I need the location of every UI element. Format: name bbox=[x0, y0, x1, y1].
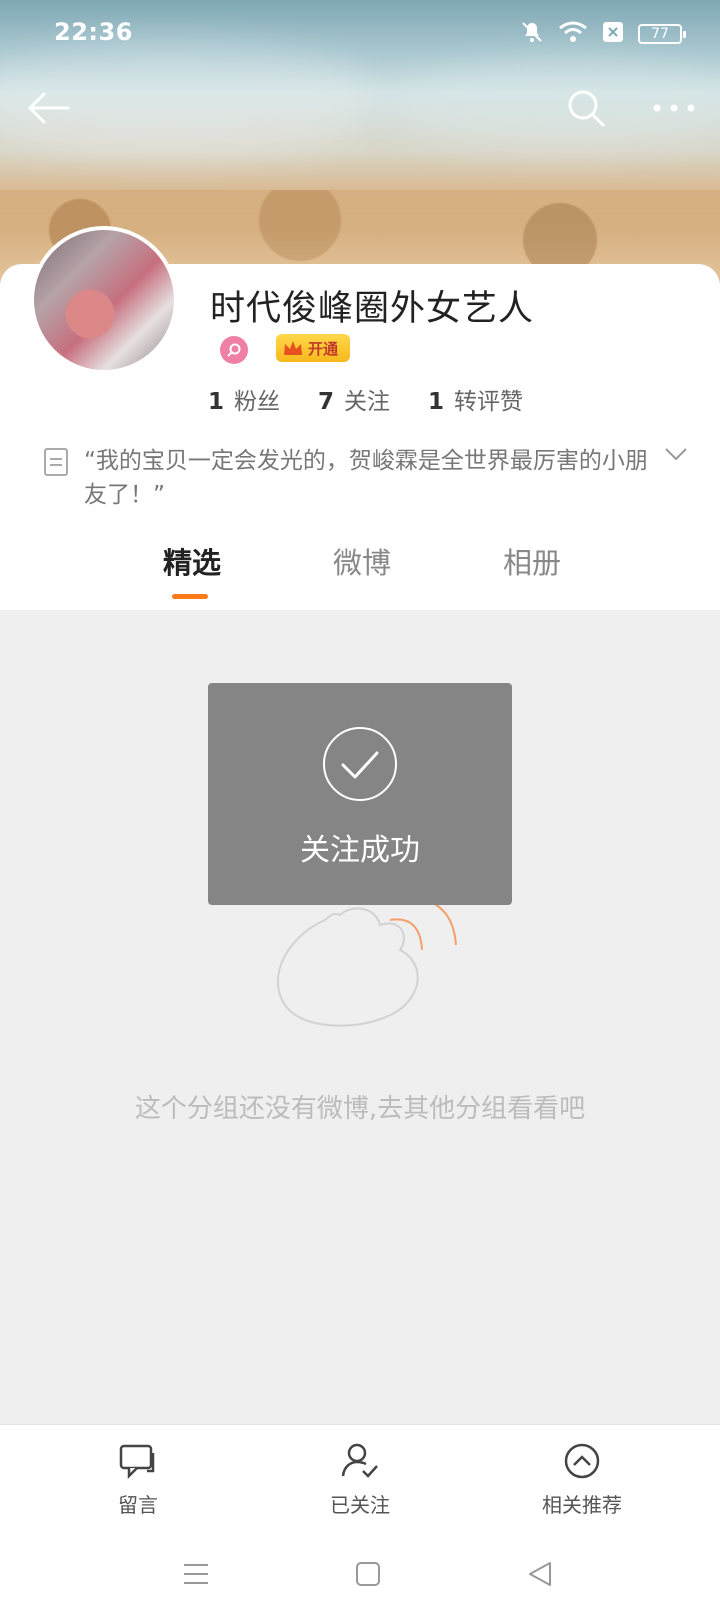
arrow-left-icon bbox=[27, 92, 70, 124]
stat-fans-label: 粉丝 bbox=[234, 389, 281, 415]
check-circle-icon bbox=[323, 727, 397, 801]
top-nav bbox=[0, 80, 720, 136]
android-nav-bar bbox=[0, 1534, 720, 1612]
crown-icon bbox=[284, 341, 302, 355]
profile-name: 时代俊峰圈外女艺人 bbox=[210, 289, 535, 329]
menu-icon[interactable] bbox=[176, 1554, 216, 1594]
member-search-badge[interactable] bbox=[220, 336, 248, 364]
follow-success-toast: 关注成功 bbox=[208, 683, 512, 905]
user-followed-icon bbox=[290, 1439, 430, 1483]
message-icon bbox=[68, 1439, 208, 1483]
stat-following-label: 关注 bbox=[344, 389, 391, 415]
message-label: 留言 bbox=[118, 1493, 158, 1517]
stat-following[interactable]: 7 关注 bbox=[318, 382, 390, 416]
stat-interactions-count: 1 bbox=[428, 389, 445, 415]
vip-open-label: 开通 bbox=[308, 339, 339, 358]
active-tab-indicator bbox=[172, 594, 208, 599]
mute-bell-icon bbox=[520, 20, 544, 48]
chevron-down-icon bbox=[665, 448, 687, 461]
followed-button[interactable]: 已关注 bbox=[290, 1439, 430, 1518]
stat-fans[interactable]: 1 粉丝 bbox=[208, 382, 280, 416]
search-icon bbox=[568, 90, 605, 127]
profile-bio: “我的宝贝一定会发光的，贺峻霖是全世界最厉害的小朋友了！” bbox=[44, 444, 664, 512]
bio-expand-button[interactable] bbox=[664, 446, 688, 466]
wifi-icon bbox=[558, 20, 588, 48]
document-icon bbox=[44, 448, 68, 476]
search-icon bbox=[227, 343, 241, 357]
profile-tabs: 精选 微博 相册 bbox=[0, 540, 720, 610]
battery-icon: 77 bbox=[638, 24, 686, 44]
tab-album[interactable]: 相册 bbox=[503, 540, 561, 582]
related-recommend-label: 相关推荐 bbox=[542, 1493, 622, 1517]
back-triangle-icon[interactable] bbox=[520, 1554, 560, 1594]
tab-weibo[interactable]: 微博 bbox=[333, 540, 391, 582]
avatar[interactable] bbox=[30, 226, 178, 374]
profile-stats: 1 粉丝 7 关注 1 转评赞 bbox=[208, 382, 523, 416]
status-time: 22:36 bbox=[54, 18, 133, 46]
followed-label: 已关注 bbox=[330, 1493, 390, 1517]
bio-text: “我的宝贝一定会发光的，贺峻霖是全世界最厉害的小朋友了！” bbox=[84, 448, 648, 508]
back-button[interactable] bbox=[20, 80, 76, 136]
stat-interactions-label: 转评赞 bbox=[454, 389, 524, 415]
search-button[interactable] bbox=[558, 80, 614, 136]
bottom-action-bar: 留言 已关注 相关推荐 bbox=[0, 1424, 720, 1534]
more-button[interactable] bbox=[646, 80, 702, 136]
stat-following-count: 7 bbox=[318, 389, 335, 415]
related-recommend-button[interactable]: 相关推荐 bbox=[512, 1439, 652, 1518]
sim-icon bbox=[602, 21, 624, 47]
more-dots-icon bbox=[653, 104, 695, 112]
vip-open-badge[interactable]: 开通 bbox=[276, 334, 350, 362]
stat-fans-count: 1 bbox=[208, 389, 225, 415]
empty-state-message: 这个分组还没有微博,去其他分组看看吧 bbox=[134, 1094, 586, 1124]
toast-message: 关注成功 bbox=[300, 833, 420, 868]
stat-interactions[interactable]: 1 转评赞 bbox=[428, 382, 523, 416]
tab-featured[interactable]: 精选 bbox=[163, 540, 221, 582]
status-bar: 22:36 77 bbox=[0, 0, 720, 64]
message-button[interactable]: 留言 bbox=[68, 1439, 208, 1518]
chevron-up-circle-icon bbox=[512, 1439, 652, 1483]
home-square-icon[interactable] bbox=[348, 1554, 388, 1594]
